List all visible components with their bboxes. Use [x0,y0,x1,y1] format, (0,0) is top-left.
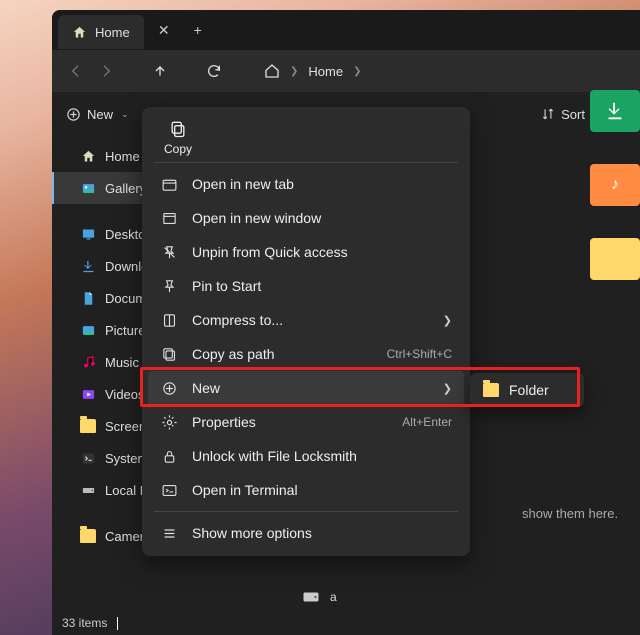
sidebar-item-label: Home [105,149,140,164]
download-icon [80,258,96,274]
plus-circle-icon [160,379,178,397]
videos-icon [80,386,96,402]
thumb-downloads[interactable] [590,90,640,132]
zip-icon [160,311,178,329]
folder-icon [483,383,499,397]
tab-bar: Home ✕ + [52,10,640,50]
back-button[interactable] [66,61,86,81]
thumb-music[interactable]: ♪ [590,164,640,206]
disk-icon [80,482,96,498]
drive-icon [302,591,320,603]
chevron-right-icon: ❯ [443,314,452,327]
recent-thumbs: ♪ [590,90,640,280]
home-icon [264,63,280,79]
ctx-copy-path[interactable]: Copy as path Ctrl+Shift+C [148,337,464,371]
folder-icon [80,418,96,434]
gallery-icon [80,180,96,196]
menu-icon [160,524,178,542]
sidebar-item-label: Videos [105,387,145,402]
ctx-open-new-tab[interactable]: Open in new tab [148,167,464,201]
ctx-open-terminal[interactable]: Open in Terminal [148,473,464,507]
refresh-button[interactable] [204,61,224,81]
text-cursor [117,617,118,630]
lock-icon [160,447,178,465]
new-button[interactable]: New ⌄ [66,107,129,122]
context-menu: Copy Open in new tab Open in new window … [142,107,470,556]
terminal-icon [80,450,96,466]
tab-home[interactable]: Home [58,15,144,49]
thumb-folder[interactable] [590,238,640,280]
home-icon [80,148,96,164]
home-icon [72,25,87,40]
chevron-right-icon: ❯ [443,382,452,395]
chevron-down-icon: ⌄ [121,109,129,120]
ctx-compress[interactable]: Compress to... ❯ [148,303,464,337]
breadcrumb-label: Home [308,64,343,79]
shortcut-label: Alt+Enter [402,415,452,429]
new-tab-button[interactable]: + [184,22,212,38]
pin-icon [160,277,178,295]
ctx-open-new-window[interactable]: Open in new window [148,201,464,235]
music-icon [80,354,96,370]
pictures-icon [80,322,96,338]
ctx-unpin-quick-access[interactable]: Unpin from Quick access [148,235,464,269]
empty-hint: show them here. [522,506,618,521]
ctx-show-more[interactable]: Show more options [148,516,464,550]
sort-icon [541,107,555,121]
ctx-copy-button[interactable]: Copy [158,119,198,156]
forward-button[interactable] [96,61,116,81]
document-icon [80,290,96,306]
folder-icon [80,528,96,544]
status-bar: 33 items [52,611,640,635]
copy-icon [168,119,188,139]
terminal-icon [160,481,178,499]
tab-close-button[interactable]: ✕ [150,22,178,39]
desktop-icon [80,226,96,242]
ctx-new[interactable]: New ❯ [148,371,464,405]
window-icon [160,209,178,227]
sidebar-item-label: Music [105,355,139,370]
ctx-pin-start[interactable]: Pin to Start [148,269,464,303]
ctx-unlock-locksmith[interactable]: Unlock with File Locksmith [148,439,464,473]
tab-icon [160,175,178,193]
new-submenu: Folder [470,373,584,407]
shortcut-label: Ctrl+Shift+C [387,347,452,361]
details-row: a 8/16/ [52,583,640,611]
submenu-folder[interactable]: Folder [473,376,581,404]
item-name: a [330,590,337,604]
chevron-right-icon: ❯ [353,66,361,77]
item-count: 33 items [62,616,107,630]
copy-path-icon [160,345,178,363]
sidebar-item-label: Gallery [105,181,146,196]
properties-icon [160,413,178,431]
plus-circle-icon [66,107,81,122]
nav-toolbar: ❯ Home ❯ [52,50,640,92]
unpin-icon [160,243,178,261]
breadcrumb[interactable]: ❯ Home ❯ [264,63,361,79]
chevron-right-icon: ❯ [290,66,298,77]
up-button[interactable] [150,61,170,81]
ctx-properties[interactable]: Properties Alt+Enter [148,405,464,439]
tab-title: Home [95,25,130,40]
